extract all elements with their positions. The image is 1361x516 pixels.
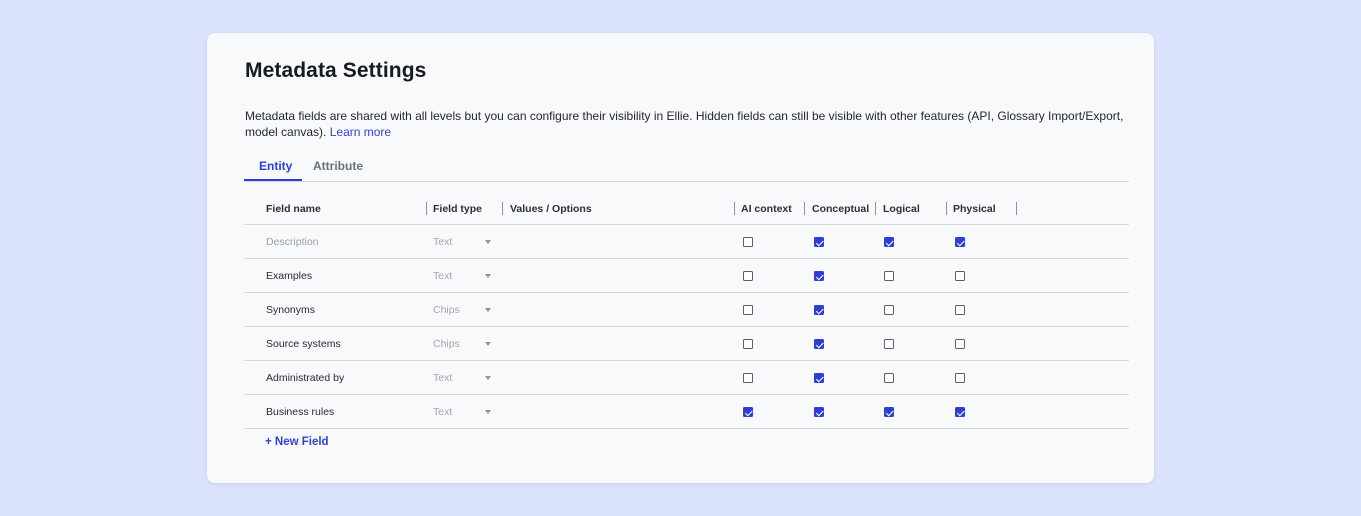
tab-attribute[interactable]: Attribute	[313, 159, 363, 181]
column-divider[interactable]	[502, 202, 503, 215]
settings-card: Metadata Settings Metadata fields are sh…	[207, 33, 1154, 483]
header-conceptual: Conceptual	[812, 203, 870, 215]
chevron-down-icon[interactable]	[485, 376, 491, 380]
table-row: Synonyms Chips	[244, 293, 1129, 327]
table-row: Source systems Chips	[244, 327, 1129, 361]
field-name: Description	[266, 236, 319, 248]
header-physical: Physical	[953, 203, 996, 215]
conceptual-checkbox[interactable]	[814, 305, 824, 315]
column-divider[interactable]	[804, 202, 805, 215]
field-type-select[interactable]: Text	[433, 406, 452, 418]
logical-checkbox[interactable]	[884, 407, 894, 417]
field-type-select[interactable]: Text	[433, 372, 452, 384]
chevron-down-icon[interactable]	[485, 274, 491, 278]
field-name: Administrated by	[266, 372, 345, 384]
logical-checkbox[interactable]	[884, 271, 894, 281]
physical-checkbox[interactable]	[955, 373, 965, 383]
physical-checkbox[interactable]	[955, 305, 965, 315]
column-divider[interactable]	[734, 202, 735, 215]
description-text: Metadata fields are shared with all leve…	[245, 109, 1129, 140]
ai-context-checkbox[interactable]	[743, 373, 753, 383]
page-title: Metadata Settings	[245, 59, 427, 82]
logical-checkbox[interactable]	[884, 339, 894, 349]
tab-entity[interactable]: Entity	[244, 159, 302, 181]
physical-checkbox[interactable]	[955, 407, 965, 417]
ai-context-checkbox[interactable]	[743, 237, 753, 247]
chevron-down-icon[interactable]	[485, 308, 491, 312]
conceptual-checkbox[interactable]	[814, 339, 824, 349]
field-name: Synonyms	[266, 304, 316, 316]
physical-checkbox[interactable]	[955, 271, 965, 281]
conceptual-checkbox[interactable]	[814, 407, 824, 417]
table-row: Examples Text	[244, 259, 1129, 293]
new-field-button[interactable]: + New Field	[265, 436, 329, 448]
conceptual-checkbox[interactable]	[814, 271, 824, 281]
chevron-down-icon[interactable]	[485, 342, 491, 346]
physical-checkbox[interactable]	[955, 339, 965, 349]
table-row: Administrated by Text	[244, 361, 1129, 395]
header-field-name: Field name	[266, 203, 321, 215]
field-name: Examples	[266, 270, 313, 282]
ai-context-checkbox[interactable]	[743, 339, 753, 349]
logical-checkbox[interactable]	[884, 237, 894, 247]
column-divider[interactable]	[946, 202, 947, 215]
header-ai-context: AI context	[741, 203, 792, 215]
field-type-select[interactable]: Chips	[433, 338, 460, 350]
header-field-type: Field type	[433, 203, 483, 215]
ai-context-checkbox[interactable]	[743, 305, 753, 315]
chevron-down-icon[interactable]	[485, 240, 491, 244]
column-divider[interactable]	[1016, 202, 1017, 215]
header-values: Values / Options	[510, 203, 592, 215]
column-divider[interactable]	[426, 202, 427, 215]
field-type-select[interactable]: Chips	[433, 304, 460, 316]
table-row: Business rules Text	[244, 395, 1129, 429]
table-header: Field name Field type Values / Options A…	[244, 191, 1129, 225]
ai-context-checkbox[interactable]	[743, 271, 753, 281]
chevron-down-icon[interactable]	[485, 410, 491, 414]
metadata-table: Field name Field type Values / Options A…	[244, 191, 1129, 429]
logical-checkbox[interactable]	[884, 305, 894, 315]
learn-more-link[interactable]: Learn more	[330, 125, 391, 139]
table-row: Description Text	[244, 225, 1129, 259]
header-logical: Logical	[883, 203, 920, 215]
logical-checkbox[interactable]	[884, 373, 894, 383]
field-type-select[interactable]: Text	[433, 236, 452, 248]
ai-context-checkbox[interactable]	[743, 407, 753, 417]
column-divider[interactable]	[875, 202, 876, 215]
field-name: Business rules	[266, 406, 335, 418]
conceptual-checkbox[interactable]	[814, 237, 824, 247]
field-name: Source systems	[266, 338, 341, 350]
tab-bar: Entity Attribute	[244, 155, 1129, 182]
field-type-select[interactable]: Text	[433, 270, 452, 282]
conceptual-checkbox[interactable]	[814, 373, 824, 383]
physical-checkbox[interactable]	[955, 237, 965, 247]
